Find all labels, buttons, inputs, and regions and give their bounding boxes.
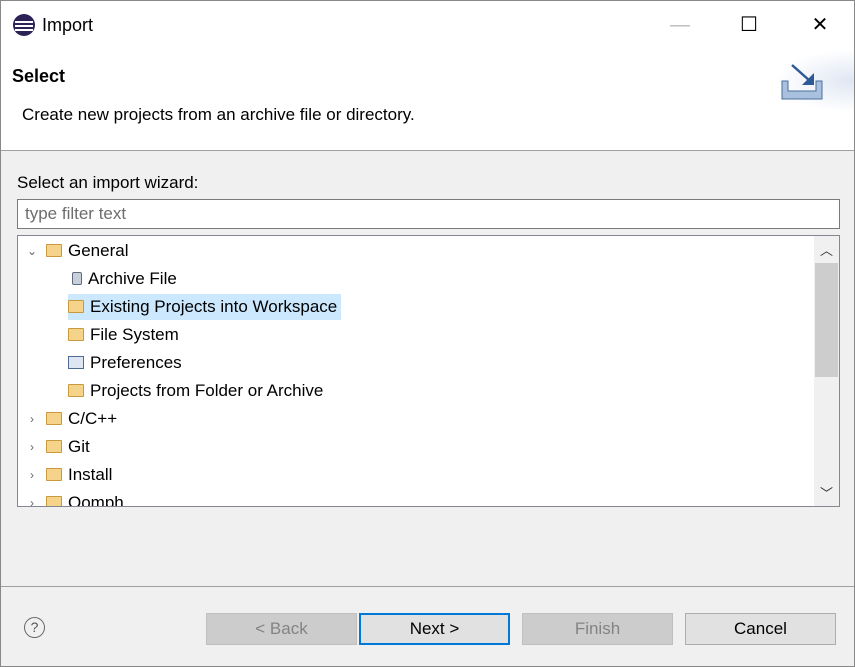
folder-open-icon	[46, 496, 62, 506]
tree-item[interactable]: ⌄ General	[27, 238, 132, 264]
import-banner-icon	[774, 49, 854, 113]
page-title: Select	[12, 66, 66, 86]
folder-icon	[68, 384, 84, 397]
folder-open-icon	[46, 412, 62, 425]
tree-item-label: Git	[68, 437, 90, 456]
finish-button[interactable]: Finish	[522, 613, 673, 645]
folder-open-icon	[46, 244, 62, 257]
folder-open-icon	[46, 440, 62, 453]
maximize-button[interactable]: ☐	[726, 9, 772, 41]
tree-item-label: Archive File	[88, 269, 177, 288]
tree-item-label: Existing Projects into Workspace	[90, 297, 338, 316]
tree-item[interactable]: › C/C++	[30, 406, 121, 432]
folder-open-icon	[46, 468, 62, 481]
chevron-down-icon[interactable]: ⌄	[26, 238, 38, 264]
existing-projects-icon	[68, 300, 84, 313]
next-button[interactable]: Next >	[359, 613, 510, 645]
tree-item[interactable]: Preferences	[68, 350, 186, 376]
tree-item-label: Preferences	[90, 353, 182, 372]
tree-item-label: Projects from Folder or Archive	[90, 381, 324, 400]
help-icon[interactable]: ?	[24, 617, 45, 638]
scrollbar-thumb[interactable]	[815, 263, 838, 377]
eclipse-icon	[13, 14, 35, 36]
back-button[interactable]: < Back	[206, 613, 357, 645]
chevron-right-icon[interactable]: ›	[26, 406, 38, 432]
tree-item[interactable]: File System	[68, 322, 183, 348]
wizard-header: Select Create new projects from an archi…	[1, 49, 854, 151]
import-dialog: Import — ☐ ✕ Select Create new projects …	[0, 0, 855, 667]
chevron-right-icon[interactable]: ›	[26, 434, 38, 460]
tree-item[interactable]: Projects from Folder or Archive	[68, 378, 327, 404]
minimize-button[interactable]: —	[657, 9, 703, 41]
scroll-up-icon[interactable]: ︿	[814, 240, 839, 259]
tree-item-label: Install	[68, 465, 113, 484]
page-description: Create new projects from an archive file…	[22, 105, 415, 124]
window-title: Import	[42, 15, 94, 35]
wizard-label: Select an import wizard:	[17, 173, 199, 192]
close-button[interactable]: ✕	[797, 9, 843, 41]
folder-icon	[68, 328, 84, 341]
chevron-right-icon[interactable]: ›	[26, 462, 38, 488]
tree-item[interactable]: › Oomph	[30, 490, 128, 507]
filter-input[interactable]	[17, 199, 840, 229]
chevron-right-icon[interactable]: ›	[26, 490, 38, 506]
tree-item-label: File System	[90, 325, 179, 344]
tree-item[interactable]: › Install	[30, 462, 116, 488]
tree-item-label: C/C++	[68, 409, 118, 428]
preferences-icon	[68, 356, 84, 369]
vertical-scrollbar[interactable]: ︿ ﹀	[814, 236, 839, 506]
tree-item[interactable]: Archive File	[68, 266, 181, 292]
wizard-tree: ︿ ﹀ ⌄ General Archive File Existing Project…	[17, 235, 840, 507]
tree-item-label: General	[68, 241, 129, 260]
footer-separator	[1, 586, 854, 587]
title-bar: Import — ☐ ✕	[1, 1, 854, 49]
archive-file-icon	[72, 272, 82, 285]
scroll-down-icon[interactable]: ﹀	[814, 483, 839, 502]
cancel-button[interactable]: Cancel	[685, 613, 836, 645]
tree-item[interactable]: Existing Projects into Workspace	[68, 294, 342, 320]
tree-item-label: Oomph	[68, 493, 124, 507]
tree-item[interactable]: › Git	[30, 434, 94, 460]
